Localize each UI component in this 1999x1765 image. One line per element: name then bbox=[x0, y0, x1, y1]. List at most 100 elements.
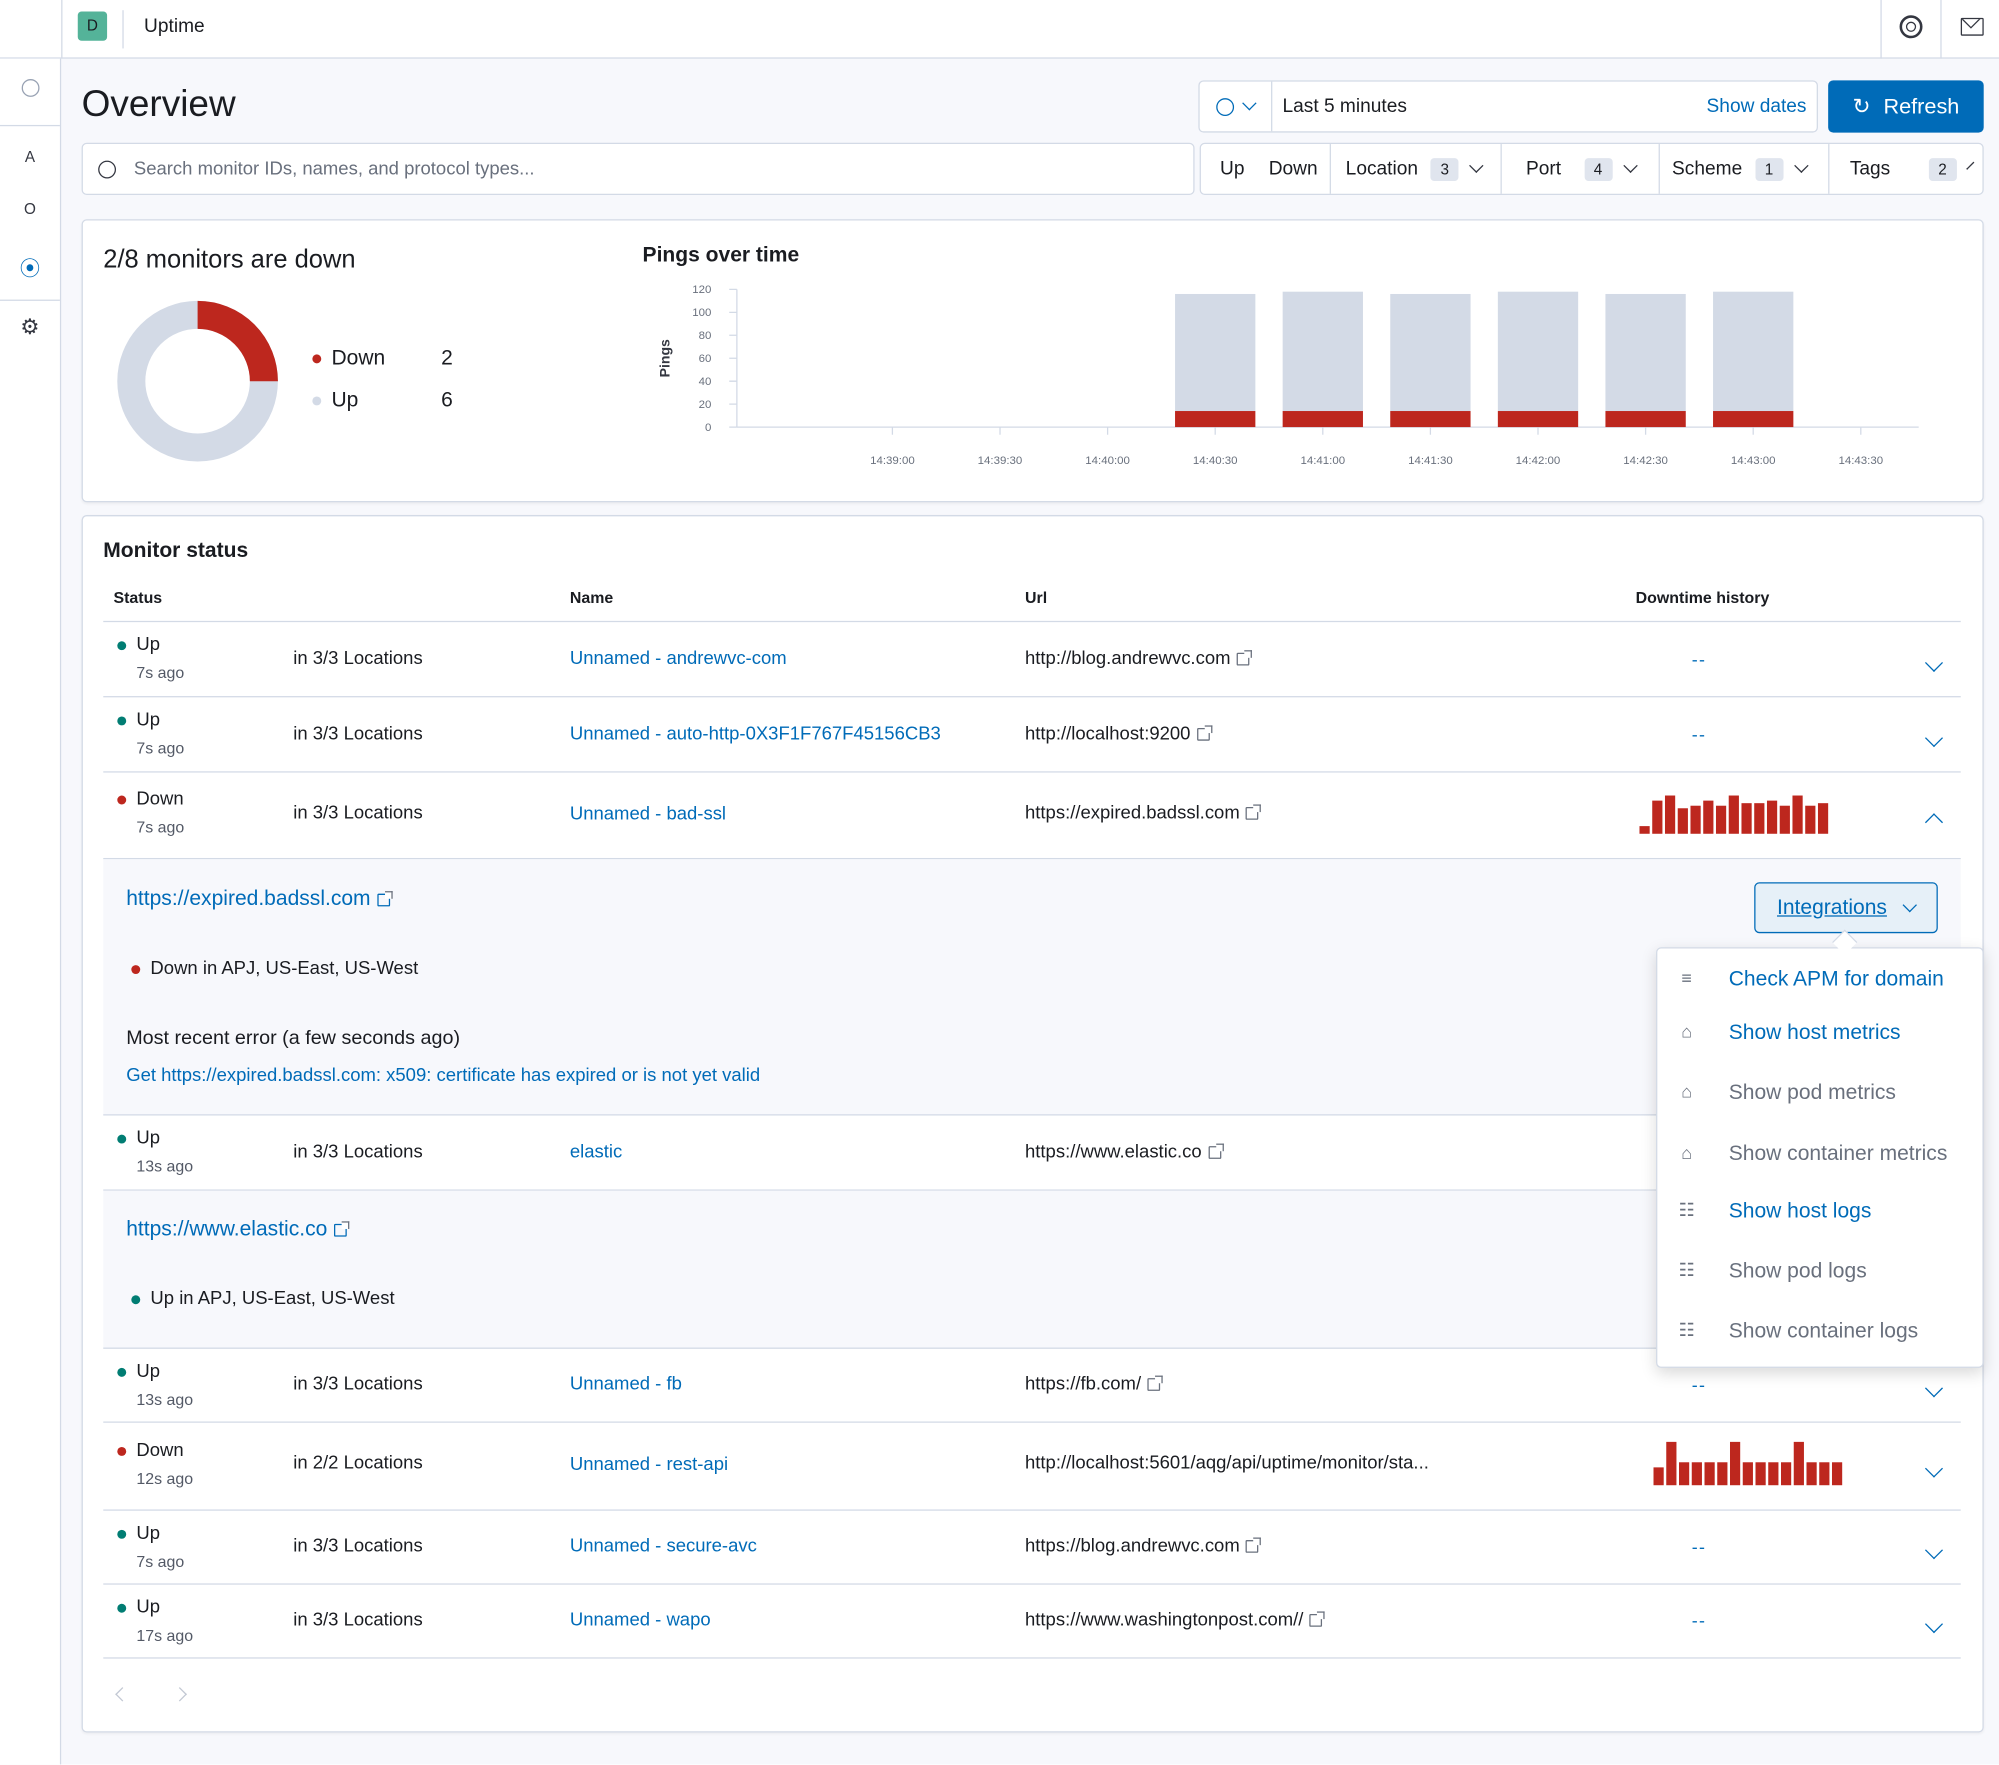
monitor-name-link[interactable]: Unnamed - auto-http-0X3F1F767F45156CB3 bbox=[570, 724, 941, 744]
monitor-name-link[interactable]: Unnamed - fb bbox=[570, 1374, 682, 1394]
nav-item-a[interactable]: A bbox=[0, 148, 60, 166]
expand-chevron-icon[interactable] bbox=[1924, 1541, 1943, 1560]
chevron-down-icon bbox=[1469, 158, 1484, 173]
filter-bar: Up Down Location 3 Port 4 Scheme 1 Tags 2 bbox=[1199, 142, 1984, 196]
search-bar[interactable]: Search monitor IDs, names, and protocol … bbox=[81, 142, 1195, 196]
y-axis-label: Pings bbox=[656, 339, 672, 377]
sparkline-bar bbox=[1639, 826, 1650, 834]
nav-item-o[interactable]: O bbox=[0, 200, 60, 218]
monitor-url[interactable]: https://fb.com/ bbox=[1025, 1374, 1163, 1395]
col-url[interactable]: Url bbox=[1025, 589, 1047, 607]
menu-item-pod-logs[interactable]: ☷ Show pod logs bbox=[1657, 1257, 1985, 1285]
menu-item-pod-metrics[interactable]: ⌂ Show pod metrics bbox=[1657, 1079, 1985, 1107]
monitor-name-link[interactable]: Unnamed - bad-ssl bbox=[570, 804, 726, 824]
collapse-chevron-icon[interactable] bbox=[1924, 813, 1943, 832]
sparkline-bar bbox=[1691, 1462, 1702, 1486]
recent-icon[interactable] bbox=[0, 79, 60, 97]
search-input[interactable]: Search monitor IDs, names, and protocol … bbox=[134, 159, 535, 179]
monitor-name-link[interactable]: Unnamed - rest-api bbox=[570, 1455, 728, 1475]
bar-up bbox=[1605, 293, 1686, 412]
sparkline-bar bbox=[1817, 803, 1829, 834]
table-row: Up 17s ago in 3/3 Locations Unnamed - wa… bbox=[103, 1585, 1961, 1659]
space-avatar[interactable]: D bbox=[77, 11, 108, 41]
status-dot-up bbox=[117, 1134, 127, 1144]
y-tick-label: 20 bbox=[699, 399, 712, 411]
sparkline-bar bbox=[1755, 1462, 1766, 1486]
status-dot-down bbox=[117, 1446, 127, 1456]
clock-icon bbox=[1216, 97, 1235, 116]
bar-up bbox=[1175, 293, 1256, 412]
monitor-name-link[interactable]: elastic bbox=[570, 1142, 622, 1162]
filter-port[interactable]: Port 4 bbox=[1502, 144, 1660, 194]
col-status[interactable]: Status bbox=[113, 589, 162, 607]
sparkline-bar bbox=[1780, 1462, 1792, 1486]
y-tick-label: 100 bbox=[692, 307, 711, 319]
sparkline-bar bbox=[1728, 795, 1739, 834]
mail-icon[interactable] bbox=[1960, 17, 1984, 36]
show-dates-link[interactable]: Show dates bbox=[1707, 96, 1807, 118]
menu-item-host-logs[interactable]: ☷ Show host logs bbox=[1657, 1197, 1985, 1225]
chevron-down-icon bbox=[1965, 161, 1974, 170]
monitor-url[interactable]: https://www.washingtonpost.com// bbox=[1025, 1610, 1326, 1631]
filter-down-button[interactable]: Down bbox=[1257, 158, 1329, 180]
gear-icon[interactable]: ⚙ bbox=[0, 315, 60, 340]
x-tick-label: 14:39:00 bbox=[870, 455, 915, 467]
top-bar: D Uptime bbox=[0, 0, 1999, 59]
sparkline-bar bbox=[1768, 1462, 1779, 1486]
app-title: Uptime bbox=[144, 15, 205, 37]
external-link-icon bbox=[1309, 1611, 1326, 1627]
external-link-icon bbox=[333, 1220, 349, 1237]
sparkline-bar bbox=[1819, 1462, 1830, 1486]
external-link-icon bbox=[1196, 725, 1213, 741]
expand-chevron-icon[interactable] bbox=[1924, 1379, 1943, 1398]
monitor-name-link[interactable]: Unnamed - secure-avc bbox=[570, 1536, 757, 1556]
sparkline-bar bbox=[1704, 1462, 1715, 1486]
menu-item-container-metrics[interactable]: ⌂ Show container metrics bbox=[1657, 1140, 1985, 1168]
sparkline-bar bbox=[1779, 805, 1790, 834]
x-tick-label: 14:40:30 bbox=[1193, 455, 1238, 467]
expand-chevron-icon[interactable] bbox=[1924, 1459, 1943, 1478]
menu-item-host-metrics[interactable]: ⌂ Show host metrics bbox=[1657, 1019, 1985, 1047]
monitor-url[interactable]: https://expired.badssl.com bbox=[1025, 803, 1262, 824]
integrations-menu: ≡ Check APM for domain ⌂ Show host metrics… bbox=[1656, 947, 1984, 1368]
monitor-url[interactable]: https://www.elastic.co bbox=[1025, 1142, 1224, 1163]
quick-select-button[interactable] bbox=[1200, 81, 1273, 132]
refresh-button[interactable]: ↻ Refresh bbox=[1828, 80, 1984, 133]
filter-tags[interactable]: Tags 2 bbox=[1829, 144, 1982, 194]
filter-up-button[interactable]: Up bbox=[1201, 158, 1244, 180]
integrations-button[interactable]: Integrations bbox=[1754, 882, 1938, 934]
monitor-url[interactable]: http://blog.andrewvc.com bbox=[1025, 649, 1253, 669]
menu-item-container-logs[interactable]: ☷ Show container logs bbox=[1657, 1317, 1985, 1345]
menu-item-check-apm[interactable]: ≡ Check APM for domain bbox=[1657, 965, 1985, 993]
filter-location[interactable]: Location 3 bbox=[1330, 144, 1502, 194]
bar-up bbox=[1390, 293, 1471, 412]
table-row: Down 12s ago in 2/2 Locations Unnamed - … bbox=[103, 1423, 1961, 1511]
date-range[interactable]: Last 5 minutes bbox=[1283, 96, 1407, 118]
expand-chevron-icon[interactable] bbox=[1924, 729, 1943, 748]
monitor-name-link[interactable]: Unnamed - wapo bbox=[570, 1610, 711, 1630]
bar-down bbox=[1175, 411, 1256, 428]
monitor-detail-link[interactable]: https://www.elastic.co bbox=[126, 1218, 349, 1242]
help-icon[interactable] bbox=[1899, 15, 1923, 39]
metrics-icon: ⌂ bbox=[1681, 1142, 1693, 1163]
expand-chevron-icon[interactable] bbox=[1924, 1615, 1943, 1634]
chevron-down-icon bbox=[1242, 96, 1257, 111]
sparkline-bar bbox=[1703, 800, 1714, 834]
expand-chevron-icon[interactable] bbox=[1924, 653, 1943, 672]
monitor-url[interactable]: http://localhost:9200 bbox=[1025, 724, 1213, 745]
filter-scheme[interactable]: Scheme 1 bbox=[1659, 144, 1830, 194]
date-picker[interactable]: Last 5 minutes Show dates bbox=[1198, 80, 1818, 133]
sparkline-bar bbox=[1677, 808, 1688, 834]
table-row: Up 7s ago in 3/3 Locations Unnamed - and… bbox=[103, 622, 1961, 698]
sparkline-bar bbox=[1690, 805, 1701, 834]
sparkline-bar bbox=[1729, 1441, 1741, 1486]
pings-chart: 0 20 40 60 80 100 120 Pings 14:39:00 14:39:30 14:4… bbox=[656, 284, 1919, 467]
col-name[interactable]: Name bbox=[570, 589, 613, 607]
monitor-detail-link[interactable]: https://expired.badssl.com bbox=[126, 887, 393, 911]
table-row: Up 7s ago in 3/3 Locations Unnamed - sec… bbox=[103, 1511, 1961, 1585]
monitor-url[interactable]: https://blog.andrewvc.com bbox=[1025, 1536, 1262, 1557]
monitor-url[interactable]: http://localhost:5601/aqg/api/uptime/mon… bbox=[1025, 1453, 1429, 1473]
monitor-name-link[interactable]: Unnamed - andrewvc-com bbox=[570, 649, 787, 669]
uptime-icon[interactable]: ⦿ bbox=[0, 251, 60, 282]
status-dot-up bbox=[117, 1603, 127, 1613]
